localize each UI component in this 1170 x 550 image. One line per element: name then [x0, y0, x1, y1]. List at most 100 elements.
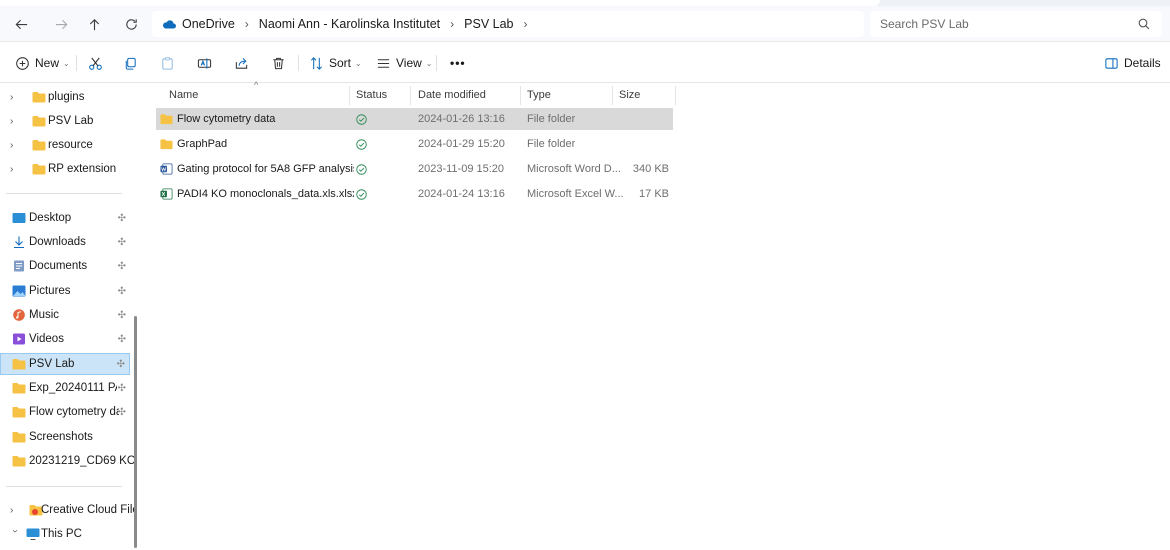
pin-icon[interactable]: ✣ [118, 237, 126, 248]
file-name: GraphPad [177, 138, 228, 150]
breadcrumb-psv-lab[interactable]: PSV Lab [464, 17, 513, 31]
pin-icon[interactable]: ✣ [117, 359, 125, 370]
file-name: Flow cytometry data [177, 113, 276, 125]
breadcrumb-account[interactable]: Naomi Ann - Karolinska Institutet [259, 17, 440, 31]
sidebar-item-flow-cytometry[interactable]: Flow cytometry dat ✣ [0, 401, 130, 423]
pin-icon[interactable]: ✣ [118, 407, 126, 418]
chevron-right-icon[interactable]: › [10, 164, 20, 175]
sidebar-item-psv-lab-tree[interactable]: › PSV Lab [0, 110, 130, 132]
plus-circle-icon [16, 56, 29, 70]
sort-button[interactable]: Sort ⌄ [309, 53, 362, 73]
column-header-size[interactable]: Size [619, 84, 640, 106]
search-box[interactable] [870, 11, 1162, 37]
more-options-label: ••• [450, 56, 466, 70]
sidebar-item-desktop[interactable]: Desktop ✣ [0, 207, 130, 229]
search-input[interactable] [880, 17, 1130, 31]
breadcrumb-separator-icon[interactable]: › [523, 17, 527, 31]
sidebar-item-label: PSV Lab [29, 358, 75, 370]
sort-icon [310, 56, 323, 70]
sidebar-item-creative-cloud[interactable]: › Creative Cloud Files [0, 499, 136, 521]
column-divider[interactable] [349, 86, 350, 105]
pin-icon[interactable]: ✣ [118, 383, 126, 394]
sidebar-item-music[interactable]: Music ✣ [0, 304, 130, 326]
chevron-down-icon[interactable]: › [10, 529, 21, 539]
share-button[interactable] [234, 53, 249, 73]
sidebar-item-this-pc[interactable]: › This PC [0, 523, 130, 545]
file-row-flow-cytometry-data[interactable]: Flow cytometry data 2024-01-26 13:16 Fil… [156, 108, 673, 130]
chevron-right-icon[interactable]: › [10, 92, 20, 103]
address-bar[interactable]: OneDrive › Naomi Ann - Karolinska Instit… [152, 11, 864, 37]
breadcrumb-separator-icon[interactable]: › [450, 17, 454, 31]
chevron-right-icon[interactable]: › [10, 505, 20, 516]
back-button[interactable] [8, 12, 34, 36]
sidebar-item-plugins[interactable]: › plugins [0, 86, 130, 108]
refresh-button[interactable] [118, 12, 144, 36]
new-button[interactable]: New ⌄ [15, 53, 70, 73]
column-header-date-modified[interactable]: Date modified [418, 84, 486, 106]
sidebar-item-rp-extension[interactable]: › RP extension [0, 158, 130, 180]
excel-doc-icon [160, 188, 173, 200]
paste-icon [162, 56, 173, 70]
chevron-right-icon[interactable]: › [10, 140, 20, 151]
pin-icon[interactable]: ✣ [118, 261, 126, 272]
music-icon [13, 309, 25, 321]
sidebar-item-downloads[interactable]: Downloads ✣ [0, 231, 130, 253]
sidebar-item-screenshots[interactable]: Screenshots [0, 426, 130, 448]
pictures-icon [12, 285, 26, 297]
sidebar-scrollbar[interactable] [134, 316, 137, 548]
column-divider[interactable] [410, 86, 411, 105]
videos-icon [13, 333, 25, 345]
file-row-padi4-ko[interactable]: PADI4 KO monoclonals_data.xls.xlsx 2024-… [156, 183, 673, 205]
pin-icon[interactable]: ✣ [118, 334, 126, 345]
trash-icon [273, 57, 284, 69]
breadcrumb-separator-icon[interactable]: › [245, 17, 249, 31]
copy-button[interactable] [123, 53, 138, 73]
sync-ok-icon [356, 188, 367, 200]
search-icon[interactable] [1138, 18, 1150, 30]
file-row-gating-protocol[interactable]: Gating protocol for 5A8 GFP analysis.doc… [156, 158, 673, 180]
file-size: 340 KB [632, 163, 669, 175]
onedrive-cloud-icon [162, 20, 176, 29]
rename-button[interactable] [197, 53, 212, 73]
toolbar-divider [76, 55, 77, 71]
pin-icon[interactable]: ✣ [118, 213, 126, 224]
file-date-modified: 2023-11-09 15:20 [418, 163, 505, 175]
sidebar-item-20231219-cd69[interactable]: 20231219_CD69 KO ar [0, 450, 136, 472]
cut-button[interactable] [88, 53, 103, 73]
pin-icon[interactable]: ✣ [118, 310, 126, 321]
column-header-status[interactable]: Status [356, 84, 387, 106]
delete-button[interactable] [271, 53, 286, 73]
column-header-type[interactable]: Type [527, 84, 551, 106]
breadcrumb-onedrive[interactable]: OneDrive [182, 17, 235, 31]
file-date-modified: 2024-01-24 13:16 [418, 188, 505, 200]
arrow-left-icon [15, 19, 27, 29]
details-button[interactable]: Details [1104, 53, 1161, 73]
folder-icon [12, 456, 26, 467]
column-divider[interactable] [675, 86, 676, 105]
share-icon [235, 57, 248, 69]
column-divider[interactable] [520, 86, 521, 105]
chevron-right-icon[interactable]: › [10, 116, 20, 127]
view-button[interactable]: View ⌄ [376, 53, 433, 73]
sidebar-item-documents[interactable]: Documents ✣ [0, 255, 130, 277]
sidebar-item-label: Videos [29, 333, 64, 345]
sidebar-item-pictures[interactable]: Pictures ✣ [0, 280, 130, 302]
up-button[interactable] [81, 12, 107, 36]
forward-button[interactable] [48, 12, 74, 36]
details-pane-icon [1105, 57, 1118, 69]
file-date-modified: 2024-01-29 15:20 [418, 138, 505, 150]
pin-icon[interactable]: ✣ [118, 286, 126, 297]
file-size [616, 108, 669, 130]
sidebar-item-resource[interactable]: › resource [0, 134, 130, 156]
more-options-button[interactable]: ••• [450, 53, 466, 73]
sidebar-item-exp-20240111[interactable]: Exp_20240111 PAD ✣ [0, 377, 130, 399]
column-divider[interactable] [612, 86, 613, 105]
sidebar-item-videos[interactable]: Videos ✣ [0, 328, 130, 350]
file-row-graphpad[interactable]: GraphPad 2024-01-29 15:20 File folder [156, 133, 673, 155]
sidebar-item-label: Desktop [29, 212, 72, 224]
file-size [616, 133, 669, 155]
sidebar-item-psv-lab[interactable]: PSV Lab ✣ [0, 353, 130, 375]
paste-button[interactable] [160, 53, 175, 73]
column-header-name[interactable]: Name [169, 84, 198, 106]
new-label: New [35, 56, 60, 70]
